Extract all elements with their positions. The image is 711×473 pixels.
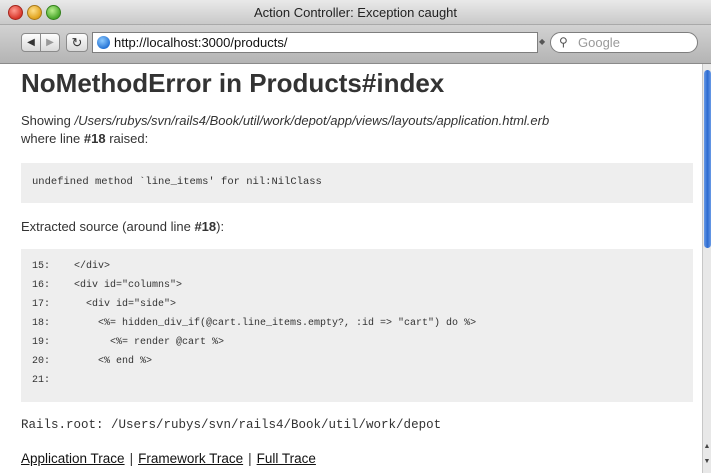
application-trace-link[interactable]: Application Trace <box>21 451 125 466</box>
full-trace-link[interactable]: Full Trace <box>257 451 316 466</box>
where-line-prefix: where line <box>21 131 84 146</box>
line-code: <div id="side"> <box>74 299 177 310</box>
rails-root: Rails.root: /Users/rubys/svn/rails4/Book… <box>21 418 442 432</box>
source-line: 17: <div id="side"> <box>32 299 176 310</box>
source-code-box: 15: </div> 16: <div id="columns"> 17: <div i… <box>21 249 693 402</box>
scroll-down-arrow-icon[interactable]: ▼ <box>703 458 711 465</box>
search-field[interactable]: ⚲ Google <box>550 32 698 53</box>
error-message-box: undefined method `line_items' for nil:Ni… <box>21 163 693 203</box>
scroll-up-arrow-icon[interactable]: ▲ <box>703 443 711 450</box>
line-code: <% end %> <box>74 356 153 367</box>
back-button[interactable]: ◀ <box>21 33 41 52</box>
error-message: undefined method `line_items' for nil:Ni… <box>32 176 322 188</box>
browser-toolbar: ◀ ▶ ↻ http://localhost:3000/products/ ◆ … <box>0 25 711 64</box>
source-line: 19: <%= render @cart %> <box>32 337 224 348</box>
showing-prefix: Showing <box>21 113 75 128</box>
line-number: 20: <box>32 356 51 367</box>
line-code: <div id="columns"> <box>74 280 183 291</box>
extracted-suffix: ): <box>216 219 225 234</box>
vertical-scrollbar[interactable]: ▲ ▼ <box>702 64 711 473</box>
line-code: </div> <box>74 261 111 272</box>
line-number: 19: <box>32 337 51 348</box>
line-number: 18: <box>32 318 51 329</box>
trace-separator: | <box>248 451 252 466</box>
reload-button[interactable]: ↻ <box>66 33 88 52</box>
url-dropdown-icon[interactable]: ◆ <box>539 37 545 46</box>
extracted-source-heading: Extracted source (around line #18): <box>21 219 224 234</box>
line-number: 15: <box>32 261 51 272</box>
forward-button[interactable]: ▶ <box>40 33 60 52</box>
template-path: /Users/rubys/svn/rails4/Book/util/work/d… <box>74 113 550 128</box>
source-line: 16: <div id="columns"> <box>32 280 182 291</box>
line-number: 17: <box>32 299 51 310</box>
line-number: 16: <box>32 280 51 291</box>
address-bar[interactable]: http://localhost:3000/products/ <box>92 32 538 53</box>
source-line: 18: <%= hidden_div_if(@cart.line_items.e… <box>32 318 476 329</box>
template-info: Showing /Users/rubys/svn/rails4/Book/uti… <box>21 112 701 148</box>
source-line: 21: <box>32 375 74 386</box>
source-line: 15: </div> <box>32 261 110 272</box>
framework-trace-link[interactable]: Framework Trace <box>138 451 243 466</box>
page-title: NoMethodError in Products#index <box>21 68 445 98</box>
line-code: <%= hidden_div_if(@cart.line_items.empty… <box>74 318 477 329</box>
globe-icon <box>97 36 110 49</box>
browser-window: Action Controller: Exception caught ◀ ▶ … <box>0 0 711 473</box>
trace-separator: | <box>129 451 134 466</box>
raised-suffix: raised: <box>105 131 149 146</box>
magnifier-icon: ⚲ <box>559 35 568 49</box>
extracted-prefix: Extracted source (around line <box>21 219 195 234</box>
line-ref: #18 <box>83 131 106 146</box>
title-bar: Action Controller: Exception caught <box>0 0 711 25</box>
window-title: Action Controller: Exception caught <box>253 5 458 20</box>
scrollbar-thumb[interactable] <box>704 70 711 248</box>
source-line: 20: <% end %> <box>32 356 152 367</box>
line-code: <%= render @cart %> <box>74 337 225 348</box>
trace-links: Application Trace | Framework Trace | Full T… <box>21 451 316 466</box>
extracted-line: #18 <box>194 219 217 234</box>
page-content: NoMethodError in Products#index Showing … <box>0 64 702 473</box>
line-number: 21: <box>32 375 51 386</box>
search-placeholder: Google <box>578 35 620 50</box>
url-text: http://localhost:3000/products/ <box>114 35 288 50</box>
